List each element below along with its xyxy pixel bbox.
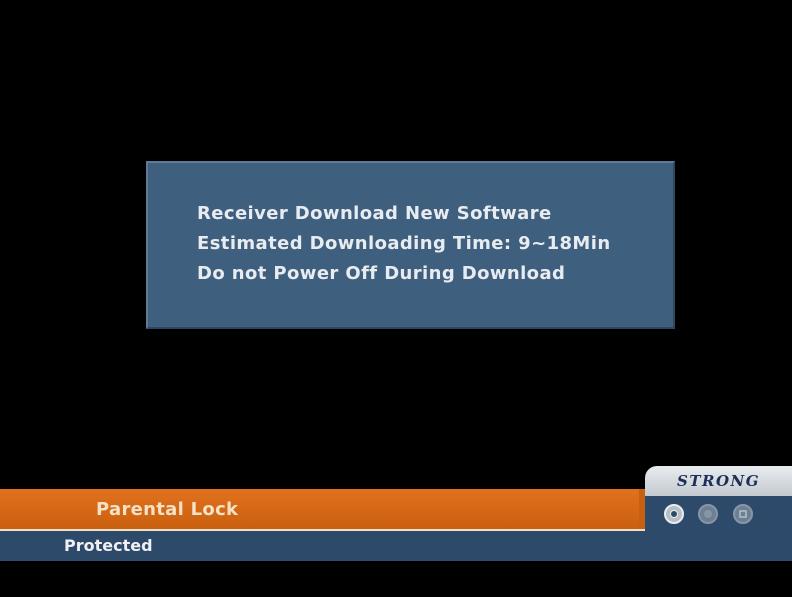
dialog-message: Receiver Download New Software Estimated… [197,199,611,289]
signal-icon [664,504,684,524]
dialog-line-2: Estimated Downloading Time: 9~18Min [197,233,611,254]
status-icons-panel [645,496,792,531]
dialog-line-1: Receiver Download New Software [197,203,552,224]
brand-panel: STRONG [645,466,792,496]
channel-name: Parental Lock [96,499,239,520]
channel-name-bar: Parental Lock [0,489,651,531]
status-bar: Protected [0,531,792,561]
status-text: Protected [64,536,153,555]
brand-logo: STRONG [677,472,761,490]
subtitle-icon [733,504,753,524]
audio-icon [698,504,718,524]
tv-screen: Receiver Download New Software Estimated… [0,0,792,597]
download-dialog: Receiver Download New Software Estimated… [146,161,675,329]
dialog-line-3: Do not Power Off During Download [197,263,566,284]
